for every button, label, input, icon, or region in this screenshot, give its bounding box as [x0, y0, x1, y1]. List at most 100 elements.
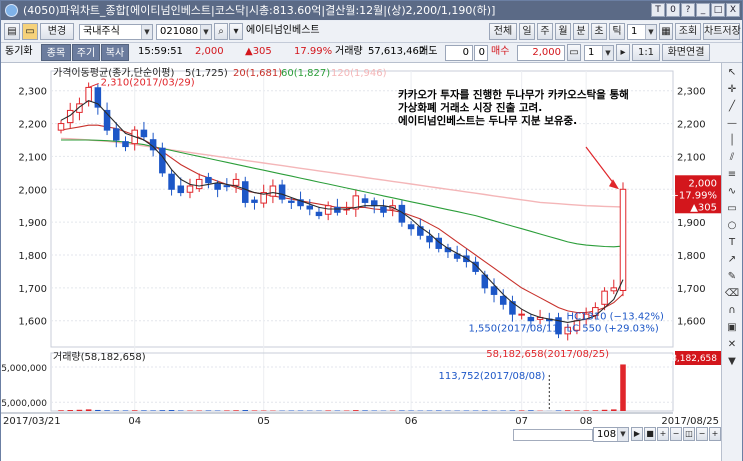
y-tick-label-left: 2,100	[18, 152, 47, 163]
maximize-button[interactable]: □	[711, 3, 725, 17]
rectangle-icon[interactable]: ▭	[725, 202, 740, 216]
candle-body	[315, 211, 323, 217]
period-tick-button[interactable]: 틱	[609, 23, 625, 40]
plus-icon[interactable]: +	[709, 427, 721, 441]
change-button[interactable]: 변경	[40, 23, 74, 40]
delete-icon[interactable]: ✕	[725, 338, 740, 352]
screen-link-button[interactable]: 화면연결	[662, 44, 710, 61]
tab-stock[interactable]: 종목	[41, 44, 71, 61]
chevron-down-icon: ▼	[141, 25, 152, 39]
volume-tick-label: 5,000,000	[1, 364, 47, 374]
legend-name: 120	[331, 68, 350, 79]
buy-price-field[interactable]: 2,000	[517, 45, 565, 61]
fit-icon[interactable]: ◫	[683, 427, 695, 441]
period-day-button[interactable]: 일	[519, 23, 535, 40]
x-tick-label: 08	[580, 416, 593, 427]
code-value: 021080	[160, 26, 199, 37]
candle-body	[490, 286, 498, 295]
market-select[interactable]: 국내주식 ▼	[79, 24, 153, 40]
volume-bar	[555, 410, 562, 411]
title-button-0[interactable]: 0	[666, 3, 680, 17]
search-icon[interactable]: ⌕	[214, 23, 228, 40]
sync-label: 동기화	[5, 46, 33, 57]
hc-label: HC1310 (−13.42%)	[567, 312, 665, 323]
candle-body	[223, 185, 231, 188]
tab-copy[interactable]: 복사	[101, 44, 129, 61]
qty-select[interactable]: 1 ▼	[584, 45, 614, 61]
play-icon[interactable]: ▶	[631, 427, 643, 441]
candle-body	[499, 295, 507, 305]
sell-qty-field[interactable]: 0	[445, 45, 473, 61]
arrow-tool-icon[interactable]: ↗	[725, 253, 740, 267]
period-week-button[interactable]: 주	[537, 23, 553, 40]
volume-bar	[435, 410, 442, 411]
y-tick-label-left: 1,800	[18, 251, 47, 262]
fibonacci-icon[interactable]: ≡	[725, 168, 740, 182]
magnet-icon[interactable]: ∩	[725, 304, 740, 318]
candle-body	[251, 199, 258, 203]
volume-bar	[251, 410, 258, 411]
candle-body	[361, 198, 369, 203]
candle-body	[619, 188, 627, 291]
volume-bar	[564, 410, 571, 411]
ellipse-icon[interactable]: ○	[725, 219, 740, 233]
axes: 1,600 1,600 1,700 1,700 1,800 1,800 1,900 1,900…	[0, 87, 719, 427]
ma60-series	[61, 139, 624, 248]
minimize-button[interactable]: _	[696, 3, 710, 17]
y-tick-label-right: 1,900	[677, 218, 706, 229]
chart-window: (4050)파워차트_종합[에이티넘인베스트|코스닥|시총:813.60억|결산…	[0, 0, 743, 461]
crosshair-icon[interactable]: ✛	[725, 83, 740, 97]
settings-icon[interactable]: ▾	[229, 23, 243, 40]
zoom-in-icon[interactable]: +	[657, 427, 669, 441]
layout-icon[interactable]: ▤	[4, 23, 20, 40]
minus-icon[interactable]: −	[696, 427, 708, 441]
scroll-track[interactable]	[513, 429, 593, 441]
order-icon[interactable]: ▭	[567, 44, 581, 61]
tab-period[interactable]: 주기	[72, 44, 100, 61]
close-button[interactable]: X	[726, 3, 740, 17]
y-tick-label-right: 1,600	[677, 317, 706, 328]
scroll-down-icon[interactable]: ▼	[725, 355, 740, 369]
folder-icon[interactable]: ▭	[22, 23, 38, 40]
cycle-icon[interactable]: ∿	[725, 185, 740, 199]
volume-bar	[76, 409, 83, 411]
arrow-right-icon[interactable]: ▸	[616, 44, 630, 61]
grid-icon[interactable]: ▦	[659, 23, 673, 40]
code-input[interactable]: 021080 ▼	[156, 24, 212, 40]
chart-area[interactable]: 1,600 1,600 1,700 1,700 1,800 1,800 1,900 1,900…	[0, 63, 742, 461]
count-select[interactable]: 1 ▼	[627, 24, 657, 40]
stop-icon[interactable]: ■	[644, 427, 656, 441]
ratio-button[interactable]: 1:1	[632, 44, 660, 61]
candle-body	[269, 185, 277, 197]
help-button[interactable]: ?	[681, 3, 695, 17]
line-tool-icon[interactable]: ╱	[725, 100, 740, 114]
channel-icon[interactable]: ⫽	[725, 151, 740, 165]
period-all-button[interactable]: 전체	[489, 23, 517, 40]
vertical-line-icon[interactable]: │	[725, 134, 740, 148]
lock-icon[interactable]: ▣	[725, 321, 740, 335]
candle-body	[195, 178, 203, 190]
zoom-out-icon[interactable]: −	[670, 427, 682, 441]
pencil-icon[interactable]: ✎	[725, 270, 740, 284]
period-minute-button[interactable]: 분	[573, 23, 589, 40]
cursor-icon[interactable]: ↖	[725, 66, 740, 80]
sell-price-field[interactable]: 0	[474, 45, 488, 61]
high-marker-label: 2,310(2017/03/29)	[101, 77, 195, 88]
title-bar[interactable]: (4050)파워차트_종합[에이티넘인베스트|코스닥|시총:813.60억|결산…	[1, 1, 742, 20]
qty-value: 1	[588, 47, 595, 58]
title-button-t[interactable]: T	[651, 3, 665, 17]
volume-bar	[141, 410, 147, 411]
y-tick-label-right: 1,800	[677, 251, 706, 262]
text-tool-icon[interactable]: T	[725, 236, 740, 250]
period-second-button[interactable]: 초	[591, 23, 607, 40]
candle-body	[380, 206, 387, 213]
query-button[interactable]: 조회	[675, 23, 701, 40]
eraser-icon[interactable]: ⌫	[725, 287, 740, 301]
info-bar: 동기화 종목 주기 복사 15:59:51 2,000 ▲305 17.99% …	[1, 43, 742, 63]
save-chart-button[interactable]: 차트저장	[703, 23, 741, 40]
chevron-down-icon: ▼	[645, 25, 656, 39]
period-month-button[interactable]: 월	[555, 23, 571, 40]
horizontal-line-icon[interactable]: —	[725, 117, 740, 131]
zoom-select[interactable]: 108 ▼	[593, 427, 629, 442]
change-pct-text: 17.99%	[294, 46, 333, 57]
